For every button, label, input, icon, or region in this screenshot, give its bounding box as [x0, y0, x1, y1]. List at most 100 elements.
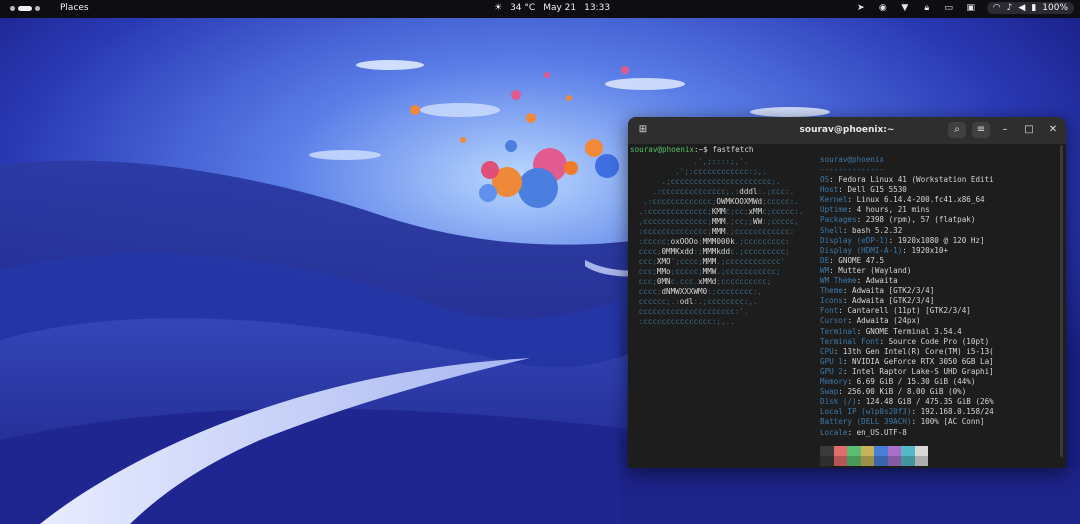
info-row: DE: GNOME 47.5 — [820, 256, 884, 266]
info-key: Host — [820, 185, 839, 195]
info-row: Display (HDMI-A-1): 1920x10+ — [820, 246, 948, 256]
logo-line: ccc;XMO';cccc;MMM.;cccccccccccc' — [638, 257, 786, 266]
info-row: GPU 1: NVIDIA GeForce RTX 3050 6GB La] — [820, 357, 994, 367]
info-row: Locale: en_US.UTF-8 — [820, 428, 907, 438]
telegram-icon[interactable]: ➤ — [855, 3, 867, 13]
color-swatch — [847, 456, 861, 466]
info-header: sourav@phoenix — [820, 155, 885, 164]
info-row: Theme: Adwaita [GTK2/3/4] — [820, 286, 934, 296]
battery-icon: ▮ — [1031, 3, 1037, 13]
info-value: : Adwaita (24px) — [847, 316, 921, 326]
color-swatch — [833, 456, 847, 466]
info-value: : Cantarell (11pt) [GTK2/3/4] — [838, 306, 971, 316]
info-key: Memory — [820, 377, 848, 386]
search-button[interactable]: ⌕ — [948, 122, 966, 138]
weather-icon: ☀ — [494, 3, 503, 13]
logo-line: :cccccccccccccc;MMM.;cccccccccccc: — [638, 227, 795, 236]
info-row: Icons: Adwaita [GTK2/3/4] — [820, 296, 934, 306]
info-row: Kernel: Linux 6.14.4-200.fc41.x86_64 — [820, 195, 985, 205]
window-icon[interactable]: ▣ — [965, 3, 977, 13]
info-key: Local IP (wlp0s20f3) — [820, 407, 912, 417]
info-key: Theme — [820, 286, 843, 296]
info-value: : Adwaita [GTK2/3/4] — [842, 296, 935, 306]
color-swatch — [833, 446, 847, 456]
terminal-output[interactable]: sourav@phoenix:~$ fastfetch .',;::::;,'.… — [630, 144, 1066, 468]
logo-line: .:ccccccccccccc;OWMKOOXMWd;ccccc:. — [643, 197, 799, 206]
info-value: : GNOME 47.5 — [829, 255, 885, 265]
info-key: Shell — [820, 225, 843, 235]
terminal-window[interactable]: ⊞ sourav@phoenix:~ ⌕ ≡ – □ ✕ sourav@phoe… — [628, 117, 1066, 468]
volume-icon: ◀ — [1018, 3, 1026, 13]
info-key: Disk (/) — [820, 397, 857, 407]
info-value: : Dell G15 5530 — [838, 185, 907, 195]
lock-icon[interactable]: 🔒︎ — [921, 3, 933, 13]
color-swatch — [887, 446, 901, 456]
places-menu[interactable]: Places — [60, 3, 89, 13]
weather-temperature: 34 °C — [510, 3, 536, 13]
info-key: CPU — [820, 346, 834, 356]
system-tray: ➤ ◉ ▼ 🔒︎ ▭ ▣ ◠ ♪ ◀ ▮ 100% — [855, 2, 1074, 14]
info-row: CPU: 13th Gen Intel(R) Core(TM) i5-13( — [820, 347, 994, 357]
clock-button[interactable]: ☀ 34 °C May 21 13:33 — [494, 3, 610, 13]
logo-line: ccccccccccccccccccccc:'. — [638, 307, 749, 316]
info-key: Packages — [820, 215, 857, 225]
prompt-path: :~$ — [694, 145, 713, 154]
color-swatch — [820, 446, 834, 456]
activities-button[interactable] — [10, 6, 40, 11]
info-value: : Intel Raptor Lake-S UHD Graphi] — [842, 366, 994, 376]
info-row: Terminal: GNOME Terminal 3.54.4 — [820, 327, 962, 337]
info-key: Display (HDMI-A-1) — [820, 245, 903, 255]
info-key: Font — [820, 306, 839, 316]
quick-settings-button[interactable]: ◠ ♪ ◀ ▮ 100% — [986, 2, 1074, 14]
time-label: 13:33 — [584, 3, 611, 13]
color-swatch — [901, 446, 915, 456]
info-value: : GNOME Terminal 3.54.4 — [856, 326, 962, 336]
prompt-user: sourav@phoenix — [630, 145, 695, 154]
info-key: DE — [820, 255, 830, 265]
battery-percentage: 100% — [1042, 3, 1068, 13]
color-swatch — [914, 446, 928, 456]
terminal-header-bar[interactable]: ⊞ sourav@phoenix:~ ⌕ ≡ – □ ✕ — [628, 117, 1066, 144]
menu-button[interactable]: ≡ — [972, 122, 990, 138]
color-swatch — [901, 456, 915, 466]
vpn-icon[interactable]: ▼ — [899, 3, 911, 13]
logo-line: :ccccccccccccccc:;,.. — [638, 317, 735, 326]
info-value: : Fedora Linux 41 (Workstation Editi — [829, 175, 994, 184]
flag-icon[interactable]: ▭ — [943, 3, 955, 13]
info-row: Disk (/): 124.48 GiB / 475.35 GiB (26% — [820, 397, 994, 407]
info-value: : Linux 6.14.4-200.fc41.x86_64 — [847, 195, 985, 205]
color-swatch — [874, 446, 888, 456]
info-key: GPU 1 — [820, 356, 843, 366]
close-button[interactable]: ✕ — [1044, 122, 1062, 138]
workspace-dot — [10, 6, 15, 11]
info-row: Font: Cantarell (11pt) [GTK2/3/4] — [820, 306, 971, 316]
color-swatch — [914, 456, 928, 466]
maximize-button[interactable]: □ — [1020, 122, 1038, 138]
info-value: : 2398 (rpm), 57 (flatpak) — [856, 215, 976, 225]
info-key: Terminal Font — [820, 336, 880, 346]
logo-line: cccc;0MMKxdd:;MMMkddc.;ccccccccc; — [638, 247, 790, 256]
info-value: : Mutter (Wayland) — [829, 265, 912, 275]
info-key: Icons — [820, 296, 843, 306]
info-row: Terminal Font: Source Code Pro (10pt) — [820, 337, 989, 347]
info-key: Cursor — [820, 316, 848, 326]
info-row: Battery (DELL 39ACH): 100% [AC Conn] — [820, 417, 985, 427]
minimize-button[interactable]: – — [996, 122, 1014, 138]
color-palette — [820, 446, 930, 466]
color-swatch — [847, 446, 861, 456]
info-value: : 4 hours, 21 mins — [847, 205, 930, 215]
color-swatch — [860, 446, 874, 456]
discord-icon[interactable]: ◉ — [877, 3, 889, 13]
logo-line: .',;::::;,'. — [693, 157, 749, 166]
date-label: May 21 — [543, 3, 577, 13]
logo-line: ccc;MMo;ccccc;MMW.;ccccccccccc; — [638, 267, 781, 276]
microphone-icon: ♪ — [1006, 3, 1013, 13]
wifi-icon: ◠ — [992, 3, 1001, 13]
info-key: Uptime — [820, 205, 848, 215]
info-row: Swap: 256.00 KiB / 8.00 GiB (0%) — [820, 387, 966, 397]
info-value: : NVIDIA GeForce RTX 3050 6GB La] — [842, 356, 994, 366]
terminal-scrollbar[interactable] — [1060, 145, 1063, 457]
logo-line: .:cccccccccccccc;.:dddl:.;ccc:. — [652, 187, 795, 196]
info-key: Kernel — [820, 195, 848, 205]
info-value: : 256.00 KiB / 8.00 GiB (0%) — [838, 387, 967, 397]
